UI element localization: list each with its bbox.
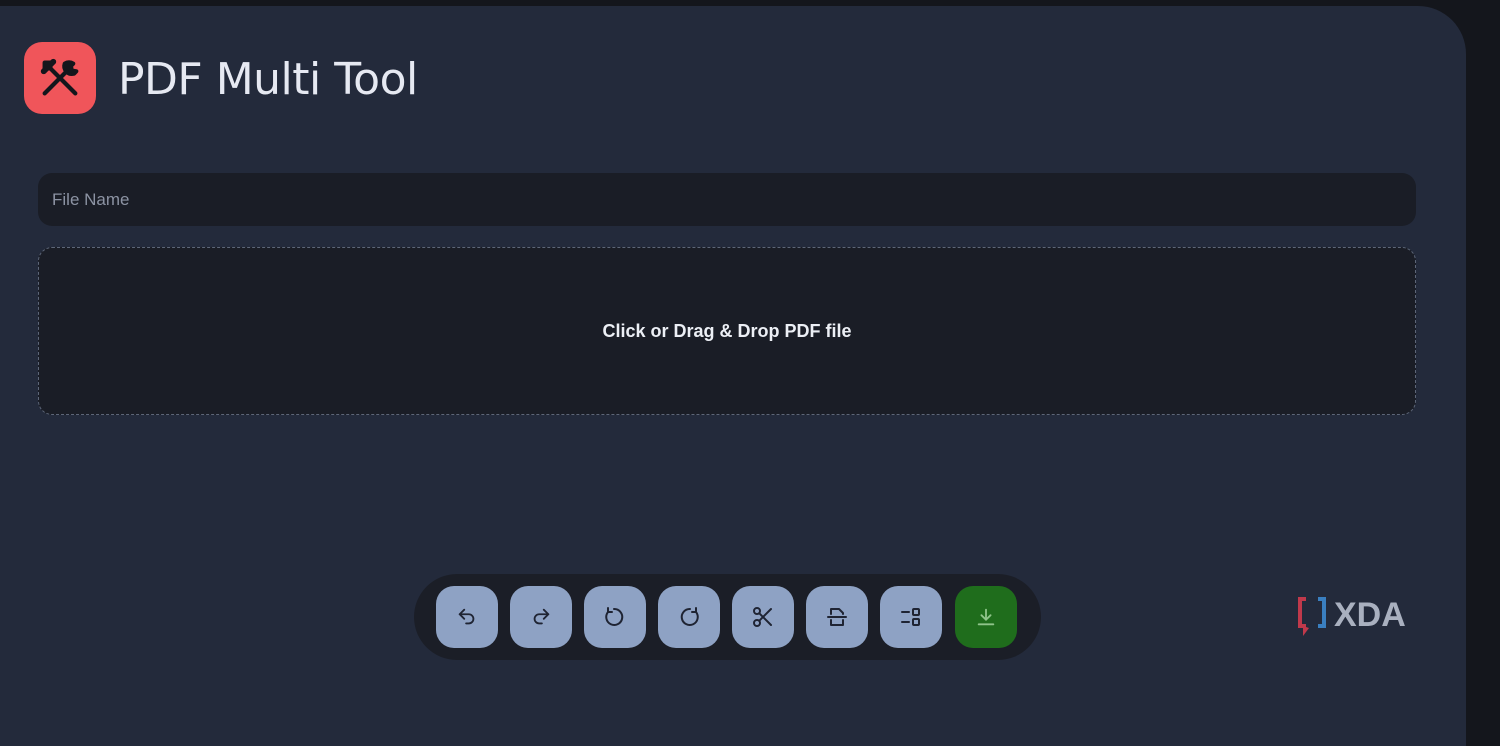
rotate-counterclockwise-icon	[605, 607, 624, 626]
bottom-toolbar	[414, 574, 1041, 660]
xda-watermark-logo: XDA	[1298, 596, 1406, 636]
scissors-icon	[753, 607, 772, 627]
download-button[interactable]	[955, 586, 1017, 648]
pdf-dropzone[interactable]: Click or Drag & Drop PDF file	[38, 247, 1416, 415]
split-page-button[interactable]	[806, 586, 868, 648]
app-logo-icon	[24, 42, 96, 114]
layout-icon	[901, 608, 920, 626]
xda-watermark-text: XDA	[1334, 596, 1406, 634]
rotate-left-button[interactable]	[584, 586, 646, 648]
file-name-input[interactable]	[38, 173, 1416, 226]
rotate-right-button[interactable]	[658, 586, 720, 648]
app-title: PDF Multi Tool	[118, 54, 418, 105]
dropzone-label: Click or Drag & Drop PDF file	[602, 320, 852, 341]
layout-button[interactable]	[880, 586, 942, 648]
undo-icon	[458, 608, 475, 625]
page-split-icon	[827, 608, 847, 626]
rotate-clockwise-icon	[680, 607, 699, 626]
undo-button[interactable]	[436, 586, 498, 648]
redo-button[interactable]	[510, 586, 572, 648]
split-button[interactable]	[732, 586, 794, 648]
redo-icon	[533, 608, 550, 625]
download-icon	[977, 608, 995, 626]
